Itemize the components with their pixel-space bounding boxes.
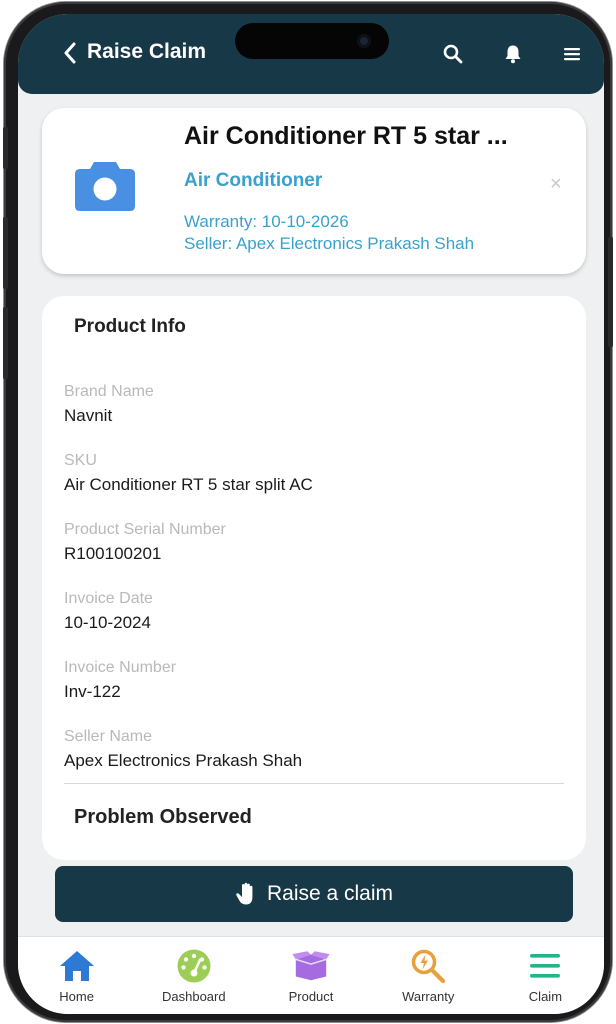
nav-label-warranty: Warranty <box>402 989 455 1004</box>
search-icon <box>443 44 463 64</box>
phone-frame: Raise Claim Air Conditioner RT 5 star ..… <box>3 2 613 1022</box>
back-button[interactable] <box>58 41 82 65</box>
field-value-invoice-date: 10-10-2024 <box>64 613 151 632</box>
field-value-serial: R100100201 <box>64 544 162 563</box>
field-label-seller: Seller Name <box>64 728 153 745</box>
hand-icon <box>236 882 253 905</box>
nav-label-claim: Claim <box>528 989 563 1004</box>
bottom-nav: Home Dashboard Product Warranty Claim <box>18 936 604 1014</box>
field-value-brand: Navnit <box>64 406 113 425</box>
warranty-date: Warranty: 10-10-2026 <box>184 212 349 231</box>
chevron-left-icon <box>64 42 76 64</box>
phone-side-button <box>608 237 613 347</box>
nav-item-warranty[interactable]: Warranty <box>370 937 487 1014</box>
product-info-panel: Product Info Brand Name Navnit SKU Air C… <box>42 296 586 860</box>
field-label-serial: Product Serial Number <box>64 521 226 538</box>
nav-item-home[interactable]: Home <box>18 937 135 1014</box>
box-icon <box>292 947 330 985</box>
nav-label-home: Home <box>59 989 94 1004</box>
phone-side-button <box>3 127 8 169</box>
nav-item-dashboard[interactable]: Dashboard <box>135 937 252 1014</box>
close-icon[interactable]: × <box>550 174 562 194</box>
gauge-icon <box>175 947 213 985</box>
page-title: Raise Claim <box>87 40 207 63</box>
field-label-brand: Brand Name <box>64 383 154 400</box>
product-category: Air Conditioner <box>184 170 323 191</box>
field-label-invoice-number: Invoice Number <box>64 659 177 676</box>
bell-icon <box>505 45 521 64</box>
nav-item-claim[interactable]: Claim <box>487 937 604 1014</box>
app-screen: Raise Claim Air Conditioner RT 5 star ..… <box>18 14 604 1014</box>
phone-side-button <box>3 217 8 289</box>
home-icon <box>58 947 96 985</box>
field-value-invoice-number: Inv-122 <box>64 682 121 701</box>
raise-claim-button[interactable]: Raise a claim <box>55 866 573 922</box>
camera-icon <box>75 162 135 211</box>
problem-observed-heading[interactable]: Problem Observed <box>74 806 252 829</box>
search-button[interactable] <box>442 43 464 65</box>
product-info-heading: Product Info <box>74 316 186 337</box>
nav-label-product: Product <box>288 989 334 1004</box>
product-summary-card[interactable]: Air Conditioner RT 5 star ... Air Condit… <box>42 108 586 274</box>
product-title: Air Conditioner RT 5 star ... <box>184 122 508 150</box>
field-value-sku: Air Conditioner RT 5 star split AC <box>64 475 313 494</box>
nav-item-product[interactable]: Product <box>252 937 369 1014</box>
app-header: Raise Claim <box>18 14 604 94</box>
dynamic-island <box>235 23 389 59</box>
seller-name: Seller: Apex Electronics Prakash Shah <box>184 234 475 253</box>
phone-side-button <box>3 307 8 379</box>
nav-label-dashboard: Dashboard <box>162 989 226 1004</box>
menu-icon <box>526 947 564 985</box>
section-divider <box>64 783 564 784</box>
field-label-sku: SKU <box>64 452 97 469</box>
field-label-invoice-date: Invoice Date <box>64 590 153 607</box>
field-value-seller: Apex Electronics Prakash Shah <box>64 751 303 770</box>
warranty-search-icon <box>409 947 447 985</box>
front-camera <box>357 34 371 48</box>
hamburger-icon <box>564 48 580 61</box>
raise-claim-label: Raise a claim <box>266 882 394 905</box>
menu-button[interactable] <box>561 43 583 65</box>
notifications-button[interactable] <box>502 43 524 65</box>
